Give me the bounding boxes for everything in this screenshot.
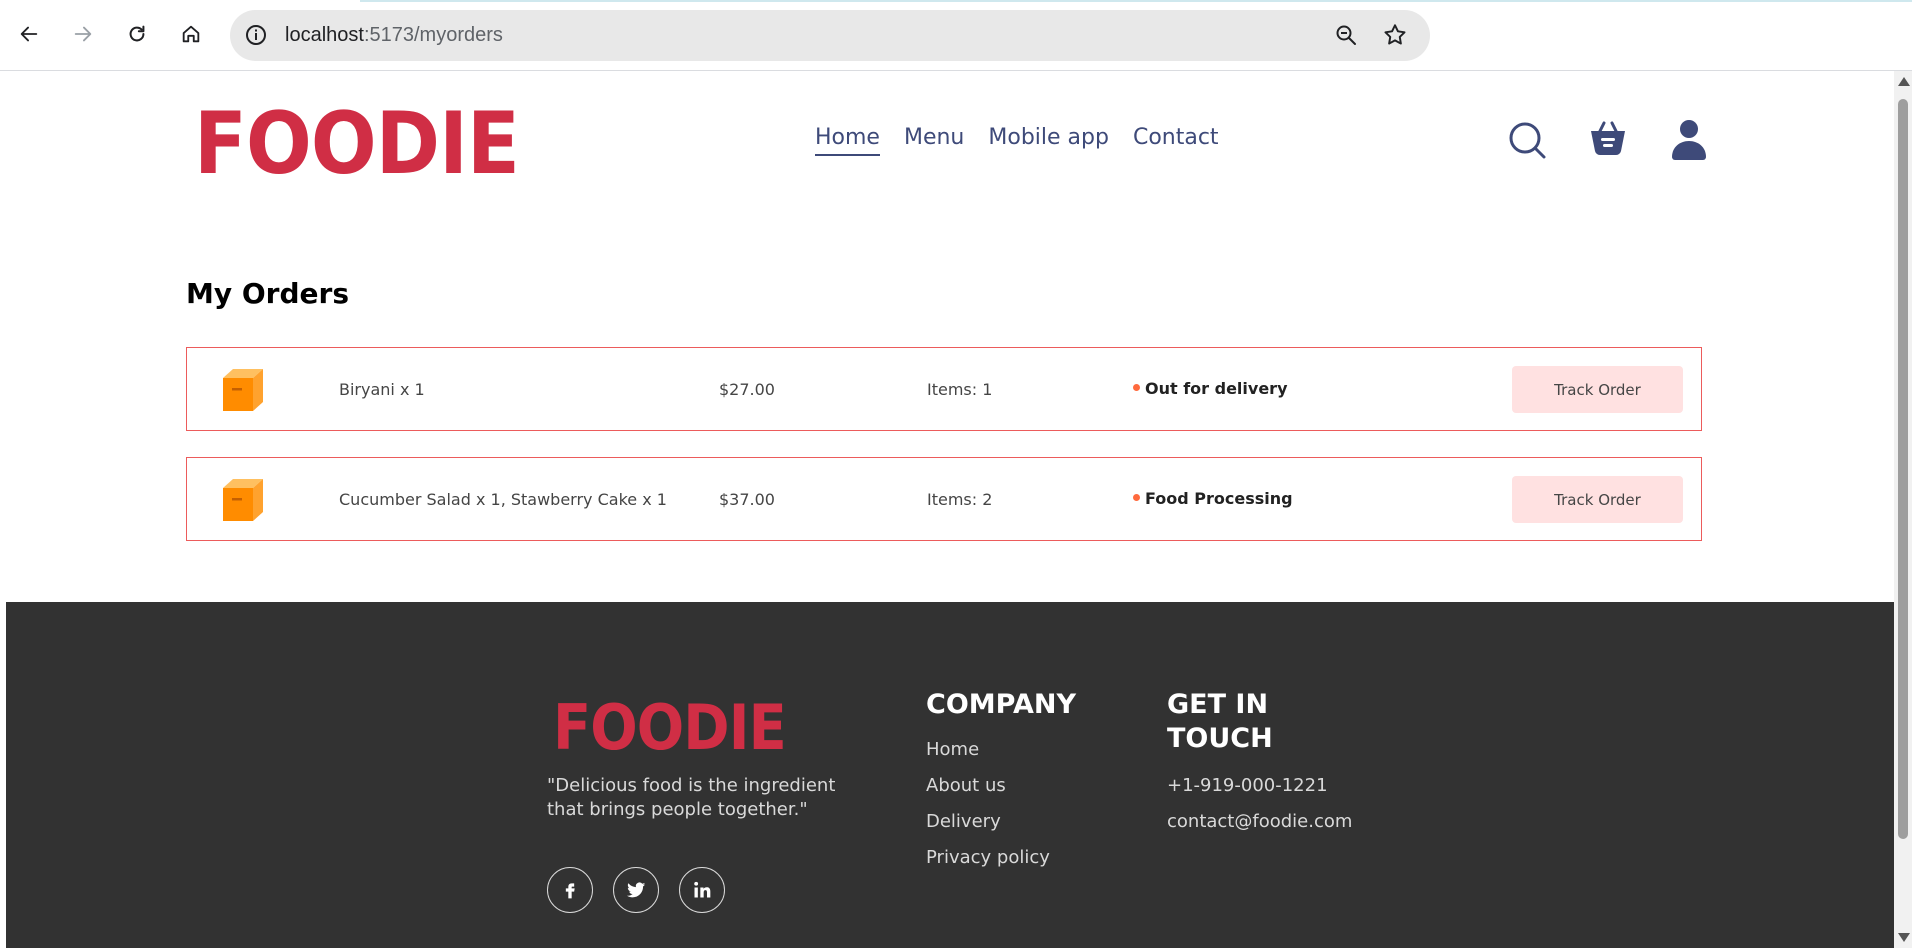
footer-company-heading: COMPANY [926, 689, 1076, 720]
forward-button[interactable] [66, 17, 100, 51]
track-order-button[interactable]: Track Order [1512, 476, 1683, 523]
parcel-icon [223, 479, 263, 521]
browser-toolbar: localhost:5173/myorders [0, 0, 1912, 71]
order-items: Cucumber Salad x 1, Stawberry Cake x 1 [339, 490, 667, 509]
facebook-link[interactable] [547, 867, 593, 913]
twitter-link[interactable] [613, 867, 659, 913]
order-status: Out for delivery [1133, 379, 1288, 398]
status-dot [1133, 384, 1140, 391]
order-status-text: Out for delivery [1145, 379, 1288, 398]
nav-mobile-app[interactable]: Mobile app [988, 125, 1109, 156]
order-amount: $37.00 [719, 490, 775, 509]
status-dot [1133, 494, 1140, 501]
scroll-up-arrow-icon[interactable] [1898, 77, 1910, 86]
reload-icon [129, 25, 145, 42]
search-icon[interactable] [1508, 121, 1548, 161]
footer-logo: FOODIE [553, 691, 787, 764]
linkedin-icon [694, 881, 711, 898]
site-info-icon[interactable] [244, 23, 268, 47]
scrollbar-thumb[interactable] [1898, 99, 1908, 839]
order-row: Biryani x 1 $27.00 Items: 1 Out for deli… [186, 347, 1702, 431]
scroll-down-arrow-icon[interactable] [1898, 933, 1910, 942]
nav-home[interactable]: Home [815, 125, 880, 156]
arrow-right-icon [74, 26, 92, 42]
footer-contact-heading-line2: TOUCH [1167, 723, 1273, 754]
footer-link-delivery[interactable]: Delivery [926, 811, 1001, 832]
order-amount: $27.00 [719, 380, 775, 399]
order-item-count: Items: 2 [927, 490, 993, 509]
back-button[interactable] [12, 17, 46, 51]
reload-button[interactable] [120, 17, 154, 51]
footer-link-about[interactable]: About us [926, 775, 1006, 796]
user-profile-icon[interactable] [1670, 119, 1708, 161]
footer-phone: +1-919-000-1221 [1167, 775, 1328, 796]
main-nav: Home Menu Mobile app Contact [815, 125, 1219, 156]
footer-link-privacy[interactable]: Privacy policy [926, 847, 1050, 868]
home-button[interactable] [174, 17, 208, 51]
track-order-button[interactable]: Track Order [1512, 366, 1683, 413]
site-footer: FOODIE "Delicious food is the ingredient… [6, 602, 1894, 948]
arrow-left-icon [20, 26, 38, 42]
address-bar[interactable]: localhost:5173/myorders [230, 10, 1430, 61]
zoom-out-icon[interactable] [1334, 23, 1358, 47]
twitter-icon [626, 882, 646, 898]
url-text[interactable]: localhost:5173/myorders [285, 24, 503, 47]
parcel-icon [223, 369, 263, 411]
basket-icon[interactable] [1588, 119, 1628, 159]
page-scrollbar[interactable] [1894, 71, 1912, 948]
loading-line [360, 0, 1912, 2]
nav-contact[interactable]: Contact [1133, 125, 1219, 156]
order-items: Biryani x 1 [339, 380, 425, 399]
url-host: localhost [285, 24, 364, 46]
order-status-text: Food Processing [1145, 489, 1293, 508]
order-row: Cucumber Salad x 1, Stawberry Cake x 1 $… [186, 457, 1702, 541]
url-path: :5173/myorders [363, 24, 503, 46]
home-icon [182, 25, 200, 43]
footer-email[interactable]: contact@foodie.com [1167, 811, 1352, 832]
facebook-icon [565, 883, 575, 899]
footer-link-home[interactable]: Home [926, 739, 979, 760]
bookmark-star-icon[interactable] [1382, 22, 1408, 48]
order-item-count: Items: 1 [927, 380, 993, 399]
page-viewport: FOODIE Home Menu Mobile app Contact My O… [6, 71, 1894, 948]
footer-tagline: "Delicious food is the ingredient that b… [547, 775, 836, 820]
linkedin-link[interactable] [679, 867, 725, 913]
page-title: My Orders [186, 277, 349, 310]
footer-contact-heading-line1: GET IN [1167, 689, 1269, 720]
site-logo[interactable]: FOODIE [194, 101, 520, 187]
order-status: Food Processing [1133, 489, 1293, 508]
nav-menu[interactable]: Menu [904, 125, 964, 156]
